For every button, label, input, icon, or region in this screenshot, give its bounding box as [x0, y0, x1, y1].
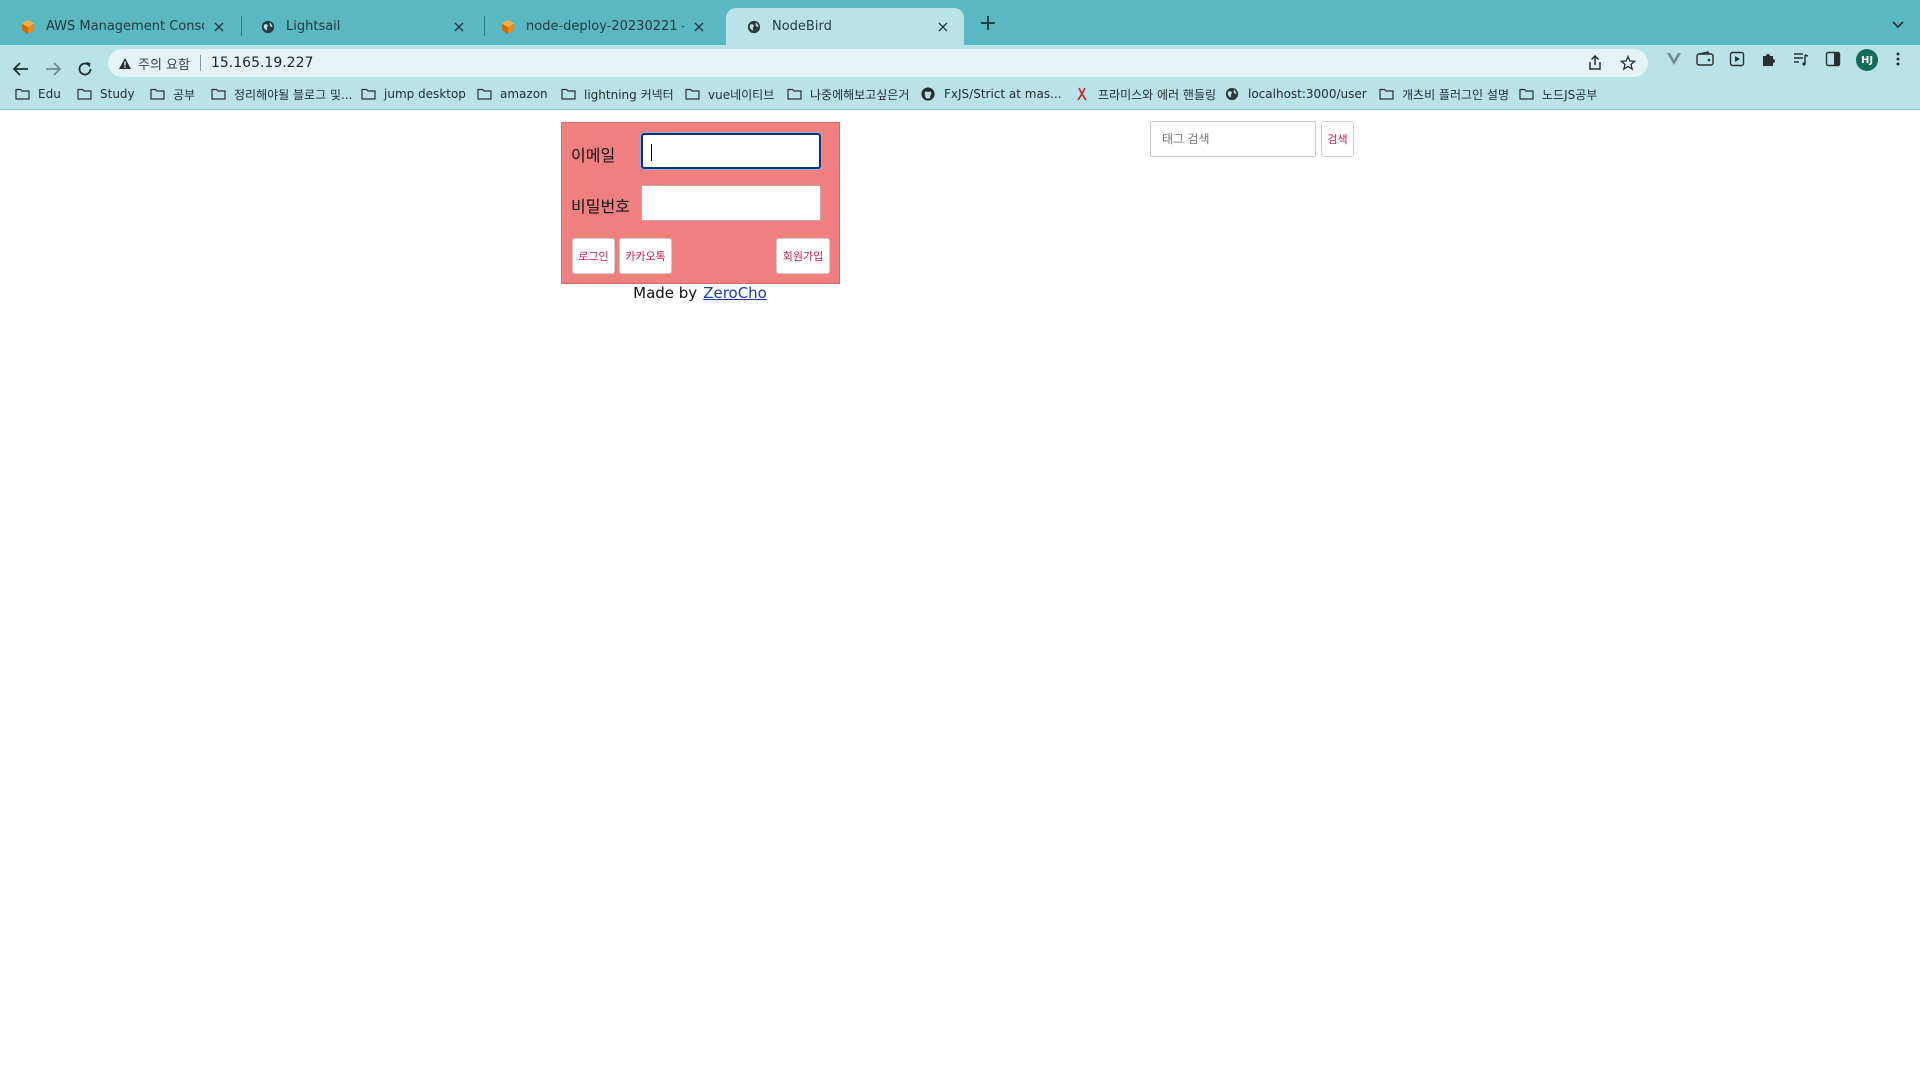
bookmark-label: jump desktop	[384, 87, 466, 101]
tab-lightsail[interactable]: Lightsail ×	[240, 8, 480, 45]
globe-icon	[746, 19, 762, 35]
folder-icon	[684, 87, 700, 101]
globe-icon	[260, 19, 276, 35]
bookmark-label: localhost:3000/user	[1248, 87, 1367, 101]
login-button[interactable]: 로그인	[572, 238, 615, 274]
bookmark-label: Edu	[38, 87, 61, 101]
side-panel-icon[interactable]	[1823, 49, 1843, 69]
close-icon[interactable]: ×	[690, 17, 708, 36]
bookmark-item[interactable]: localhost:3000/user	[1224, 85, 1367, 103]
password-input[interactable]	[641, 185, 821, 221]
folder-icon	[786, 87, 802, 101]
tab-label: AWS Management Console	[46, 19, 204, 34]
media-extension-icon[interactable]	[1727, 49, 1747, 69]
tab-label: NodeBird	[772, 19, 832, 34]
bookmark-label: vue네이티브	[708, 87, 775, 102]
email-input[interactable]	[641, 133, 821, 169]
bookmark-label: amazon	[500, 87, 548, 101]
bookmark-label: 정리해야될 블로그 및...	[234, 87, 353, 102]
bookmark-label: 프라미스와 에러 핸들링	[1098, 87, 1217, 102]
folder-icon	[476, 87, 492, 101]
new-tab-button[interactable]: +	[976, 12, 1000, 36]
bookmark-item[interactable]: vue네이티브	[684, 85, 774, 103]
bookmark-item[interactable]: jump desktop	[360, 85, 466, 103]
tag-search-input[interactable]	[1150, 121, 1316, 157]
address-divider	[199, 55, 201, 71]
aws-cube-icon	[500, 19, 516, 35]
close-icon[interactable]: ×	[210, 17, 228, 36]
bookmark-label: 개츠비 플러그인 설명	[1402, 87, 1509, 102]
wallet-extension-icon[interactable]	[1695, 49, 1715, 69]
bookmark-item[interactable]: Study	[76, 85, 135, 103]
tab-label: node-deploy-20230221 – Term	[526, 19, 684, 34]
password-label: 비밀번호	[571, 197, 630, 216]
reading-list-icon[interactable]	[1791, 49, 1811, 69]
kebab-menu-icon[interactable]	[1888, 49, 1908, 69]
site-icon	[1074, 87, 1090, 101]
bookmark-item[interactable]: 나중에해보고싶은거	[786, 85, 909, 103]
bookmark-label: 노드JS공부	[1542, 87, 1598, 102]
footer: Made by ZeroCho	[560, 284, 840, 302]
bookmark-label: FxJS/Strict at mas...	[944, 87, 1062, 101]
folder-icon	[1518, 87, 1534, 101]
tab-aws-console[interactable]: AWS Management Console ×	[0, 8, 240, 45]
join-button[interactable]: 회원가입	[776, 238, 830, 274]
bookmark-item[interactable]: 개츠비 플러그인 설명	[1378, 85, 1509, 103]
folder-icon	[360, 87, 376, 101]
folder-icon	[149, 87, 165, 101]
folder-icon	[560, 87, 576, 101]
bookmark-label: 공부	[173, 87, 196, 102]
profile-avatar[interactable]: HJ	[1856, 49, 1878, 71]
close-icon[interactable]: ×	[934, 17, 952, 36]
login-form: 이메일 비밀번호 로그인 카카오톡 회원가입	[561, 122, 840, 284]
folder-icon	[76, 87, 92, 101]
tab-strip: AWS Management Console × Lightsail × nod…	[0, 0, 1920, 45]
bookmark-item[interactable]: 노드JS공부	[1518, 85, 1597, 103]
bookmark-item[interactable]: lightning 커넥터	[560, 85, 674, 103]
url-text[interactable]: 15.165.19.227	[211, 55, 313, 71]
bookmark-label: Study	[100, 87, 135, 101]
aws-cube-icon	[20, 19, 36, 35]
bookmark-label: 나중에해보고싶은거	[810, 87, 910, 102]
folder-icon	[14, 87, 30, 101]
made-by-text: Made by	[633, 284, 698, 302]
security-status-text[interactable]: 주의 요함	[138, 54, 190, 73]
bookmark-label: lightning 커넥터	[584, 87, 674, 102]
email-label: 이메일	[571, 146, 616, 165]
bookmark-item[interactable]: 프라미스와 에러 핸들링	[1074, 85, 1216, 103]
kakao-login-button[interactable]: 카카오톡	[619, 238, 672, 274]
puzzle-extensions-icon[interactable]	[1759, 49, 1779, 69]
globe-icon	[1224, 87, 1240, 101]
github-icon	[920, 87, 936, 101]
warning-triangle-icon[interactable]	[118, 57, 132, 70]
tab-nodebird[interactable]: NodeBird ×	[726, 8, 964, 45]
bookmark-item[interactable]: 정리해야될 블로그 및...	[210, 85, 352, 103]
bookmark-item[interactable]: 공부	[149, 85, 195, 103]
tab-label: Lightsail	[286, 19, 341, 34]
bookmark-item[interactable]: Edu	[14, 85, 61, 103]
page-content: 이메일 비밀번호 로그인 카카오톡 회원가입 Made by ZeroCho 검색	[0, 111, 1920, 1080]
bookmarks-bar: Edu Study 공부 정리해야될 블로그 및... jump desktop…	[0, 78, 1920, 110]
text-caret	[651, 144, 652, 161]
tab-node-deploy-terminal[interactable]: node-deploy-20230221 – Term ×	[480, 8, 720, 45]
address-bar[interactable]: 주의 요함 15.165.19.227	[108, 49, 1648, 77]
share-icon[interactable]	[1588, 55, 1602, 71]
tab-search-chevron-icon[interactable]	[1886, 12, 1910, 36]
bookmark-item[interactable]: FxJS/Strict at mas...	[920, 85, 1062, 103]
vue-devtools-extension-icon[interactable]	[1664, 49, 1684, 69]
tag-search-button[interactable]: 검색	[1321, 121, 1354, 157]
folder-icon	[210, 87, 226, 101]
author-link[interactable]: ZeroCho	[703, 284, 767, 302]
close-icon[interactable]: ×	[450, 17, 468, 36]
folder-icon	[1378, 87, 1394, 101]
bookmark-item[interactable]: amazon	[476, 85, 548, 103]
bookmark-star-icon[interactable]	[1620, 55, 1636, 71]
